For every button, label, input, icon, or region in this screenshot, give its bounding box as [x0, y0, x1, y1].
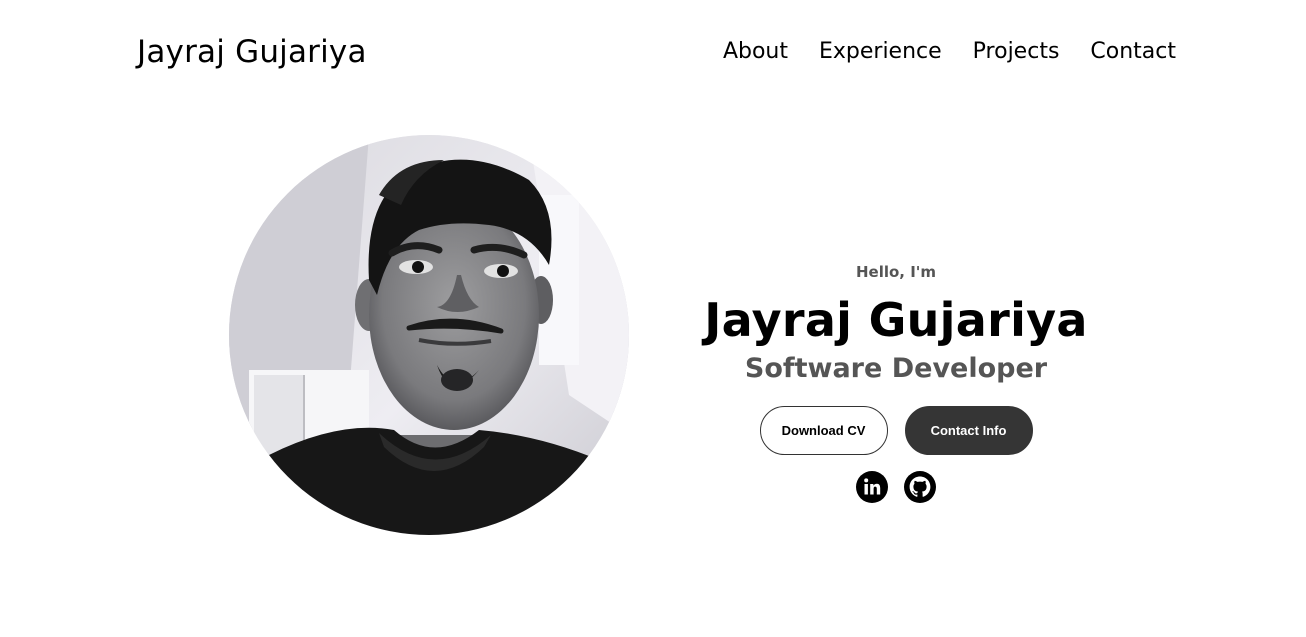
nav-link-projects[interactable]: Projects: [973, 39, 1060, 64]
social-links: [660, 471, 1132, 503]
github-icon[interactable]: [904, 471, 936, 503]
portrait-illustration: [229, 135, 629, 535]
hero-name: Jayraj Gujariya: [704, 293, 1088, 347]
hero-title: Software Developer: [744, 353, 1048, 384]
nav-item-experience: Experience: [819, 36, 942, 68]
nav-item-projects: Projects: [973, 36, 1060, 68]
nav-link-experience[interactable]: Experience: [819, 39, 942, 64]
nav-links: About Experience Projects Contact: [723, 36, 1176, 68]
top-navbar: Jayraj Gujariya About Experience Project…: [0, 0, 1306, 106]
nav-item-contact: Contact: [1090, 36, 1176, 68]
nav-item-about: About: [723, 36, 788, 68]
site-logo[interactable]: Jayraj Gujariya: [137, 31, 367, 73]
greeting-text: Hello, I'm: [855, 263, 937, 281]
nav-link-contact[interactable]: Contact: [1090, 39, 1176, 64]
hero-buttons: Download CV Contact Info: [660, 406, 1132, 455]
hero-section: Hello, I'm Jayraj Gujariya Software Deve…: [660, 258, 1132, 503]
profile-picture: [229, 135, 629, 535]
nav-link-about[interactable]: About: [723, 39, 788, 64]
linkedin-icon[interactable]: [856, 471, 888, 503]
contact-info-button[interactable]: Contact Info: [904, 406, 1033, 455]
download-cv-button[interactable]: Download CV: [759, 406, 888, 455]
